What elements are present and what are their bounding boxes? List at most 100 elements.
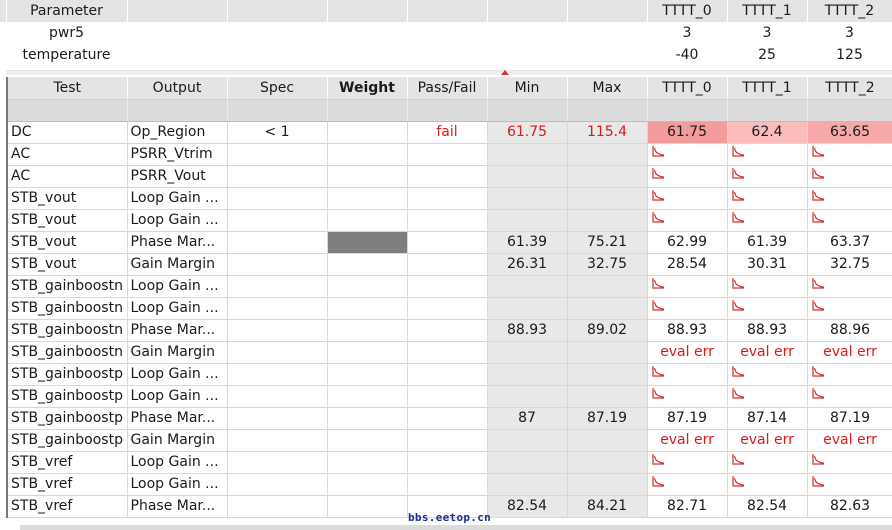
waveform-plot-icon[interactable] — [731, 475, 745, 487]
max-cell[interactable] — [567, 385, 648, 408]
table-row[interactable]: STB_gainboostn Loop Gain ... — [7, 297, 892, 320]
test-cell[interactable]: STB_gainboostp — [7, 429, 128, 452]
output-cell[interactable]: PSRR_Vtrim — [127, 143, 228, 166]
test-cell[interactable]: STB_gainboostp — [7, 363, 128, 386]
test-cell[interactable]: STB_gainboostn — [7, 341, 128, 364]
tttt1-cell[interactable]: 62.4 — [727, 121, 808, 144]
output-cell[interactable]: Phase Mar... — [127, 407, 228, 430]
waveform-plot-icon[interactable] — [731, 211, 745, 223]
table-row[interactable]: STB_gainboostn Phase Mar... 88.93 89.02 88.9… — [7, 319, 892, 342]
spec-cell[interactable] — [227, 407, 328, 430]
tttt2-cell[interactable] — [807, 165, 892, 188]
test-cell[interactable]: AC — [7, 165, 128, 188]
tttt1-cell[interactable]: 88.93 — [727, 319, 808, 342]
table-row[interactable]: STB_gainboostp Loop Gain ... — [7, 385, 892, 408]
spec-cell[interactable] — [227, 209, 328, 232]
waveform-plot-icon[interactable] — [651, 277, 665, 289]
table-row[interactable]: AC PSRR_Vtrim — [7, 143, 892, 166]
waveform-plot-icon[interactable] — [811, 145, 825, 157]
spec-cell[interactable] — [227, 451, 328, 474]
test-cell[interactable]: STB_gainboostn — [7, 275, 128, 298]
table-row[interactable]: AC PSRR_Vout — [7, 165, 892, 188]
output-cell[interactable]: Loop Gain ... — [127, 363, 228, 386]
waveform-plot-icon[interactable] — [811, 167, 825, 179]
pass-fail-cell[interactable] — [407, 451, 488, 474]
spec-cell[interactable] — [227, 495, 328, 518]
output-cell[interactable]: Gain Margin — [127, 429, 228, 452]
weight-cell[interactable] — [327, 429, 408, 452]
pass-fail-cell[interactable] — [407, 319, 488, 342]
pass-fail-cell[interactable] — [407, 341, 488, 364]
output-cell[interactable]: Loop Gain ... — [127, 473, 228, 496]
waveform-plot-icon[interactable] — [731, 299, 745, 311]
weight-cell[interactable] — [327, 473, 408, 496]
min-cell[interactable]: 82.54 — [487, 495, 568, 518]
weight-cell[interactable] — [327, 253, 408, 276]
column-header-tttt2[interactable]: TTTT_2 — [807, 77, 892, 100]
weight-cell[interactable] — [327, 385, 408, 408]
tttt2-cell[interactable]: 63.65 — [807, 121, 892, 144]
tttt0-cell[interactable]: 61.75 — [647, 121, 728, 144]
waveform-plot-icon[interactable] — [651, 387, 665, 399]
max-cell[interactable] — [567, 187, 648, 210]
tttt0-cell[interactable] — [647, 275, 728, 298]
waveform-plot-icon[interactable] — [811, 365, 825, 377]
param-value[interactable]: 3 — [647, 22, 727, 44]
tttt1-cell[interactable] — [727, 473, 808, 496]
max-cell[interactable]: 75.21 — [567, 231, 648, 254]
weight-cell[interactable] — [327, 231, 408, 254]
table-row[interactable]: STB_vout Gain Margin 26.31 32.75 28.54 30.31 3… — [7, 253, 892, 276]
output-cell[interactable]: PSRR_Vout — [127, 165, 228, 188]
test-cell[interactable]: AC — [7, 143, 128, 166]
output-cell[interactable]: Gain Margin — [127, 253, 228, 276]
tttt2-cell[interactable] — [807, 143, 892, 166]
filter-cell[interactable] — [487, 99, 568, 122]
tttt0-cell[interactable]: 88.93 — [647, 319, 728, 342]
param-value[interactable]: 25 — [727, 44, 807, 66]
column-header-spec[interactable]: Spec — [227, 77, 328, 100]
pass-fail-cell[interactable] — [407, 407, 488, 430]
tttt2-cell[interactable]: eval err — [807, 429, 892, 452]
tttt0-cell[interactable] — [647, 297, 728, 320]
max-cell[interactable] — [567, 143, 648, 166]
pass-fail-cell[interactable] — [407, 253, 488, 276]
waveform-plot-icon[interactable] — [811, 277, 825, 289]
output-cell[interactable]: Phase Mar... — [127, 231, 228, 254]
output-cell[interactable]: Op_Region — [127, 121, 228, 144]
filter-cell[interactable] — [227, 99, 328, 122]
spec-cell[interactable] — [227, 385, 328, 408]
table-row[interactable]: STB_gainboostn Gain Margin eval err eval er… — [7, 341, 892, 364]
tttt0-cell[interactable] — [647, 451, 728, 474]
output-cell[interactable]: Loop Gain ... — [127, 297, 228, 320]
waveform-plot-icon[interactable] — [811, 299, 825, 311]
tttt2-cell[interactable]: 32.75 — [807, 253, 892, 276]
tttt1-cell[interactable] — [727, 143, 808, 166]
min-cell[interactable]: 87 — [487, 407, 568, 430]
tttt2-cell[interactable] — [807, 275, 892, 298]
weight-cell[interactable] — [327, 275, 408, 298]
tttt0-cell[interactable] — [647, 209, 728, 232]
waveform-plot-icon[interactable] — [731, 167, 745, 179]
parameter-row-temperature[interactable]: temperature -40 25 125 — [0, 44, 892, 66]
spec-cell[interactable] — [227, 253, 328, 276]
column-header-tttt1[interactable]: TTTT_1 — [727, 77, 808, 100]
weight-cell[interactable] — [327, 121, 408, 144]
max-cell[interactable] — [567, 275, 648, 298]
output-cell[interactable]: Loop Gain ... — [127, 275, 228, 298]
max-cell[interactable]: 84.21 — [567, 495, 648, 518]
max-cell[interactable] — [567, 209, 648, 232]
tttt1-cell[interactable] — [727, 275, 808, 298]
test-cell[interactable]: STB_gainboostn — [7, 319, 128, 342]
tttt1-cell[interactable] — [727, 209, 808, 232]
test-cell[interactable]: STB_vref — [7, 473, 128, 496]
test-cell[interactable]: STB_vout — [7, 253, 128, 276]
table-row[interactable]: STB_gainboostn Loop Gain ... — [7, 275, 892, 298]
waveform-plot-icon[interactable] — [651, 299, 665, 311]
pass-fail-cell[interactable] — [407, 143, 488, 166]
min-cell[interactable] — [487, 275, 568, 298]
test-cell[interactable]: STB_gainboostp — [7, 385, 128, 408]
column-header-tttt0[interactable]: TTTT_0 — [647, 77, 728, 100]
tttt2-cell[interactable]: eval err — [807, 341, 892, 364]
weight-cell[interactable] — [327, 363, 408, 386]
tttt0-cell[interactable]: 62.99 — [647, 231, 728, 254]
